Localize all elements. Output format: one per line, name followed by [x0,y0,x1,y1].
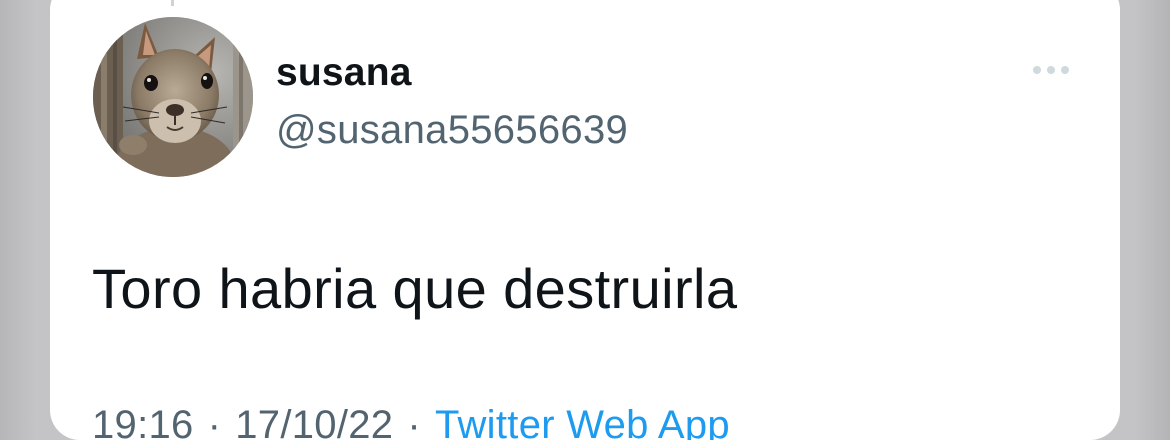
more-options-button[interactable] [1030,58,1074,82]
tweet-card: susana @susana55656639 Toro habria que d… [50,0,1120,440]
tweet-text: Toro habria que destruirla [92,257,738,320]
display-name[interactable]: susana [276,52,412,94]
card-top-divider [171,0,174,6]
user-handle[interactable]: @susana55656639 [276,108,628,152]
squirrel-avatar-image [93,17,253,177]
more-horizontal-icon [1033,66,1069,74]
avatar[interactable] [93,17,253,177]
